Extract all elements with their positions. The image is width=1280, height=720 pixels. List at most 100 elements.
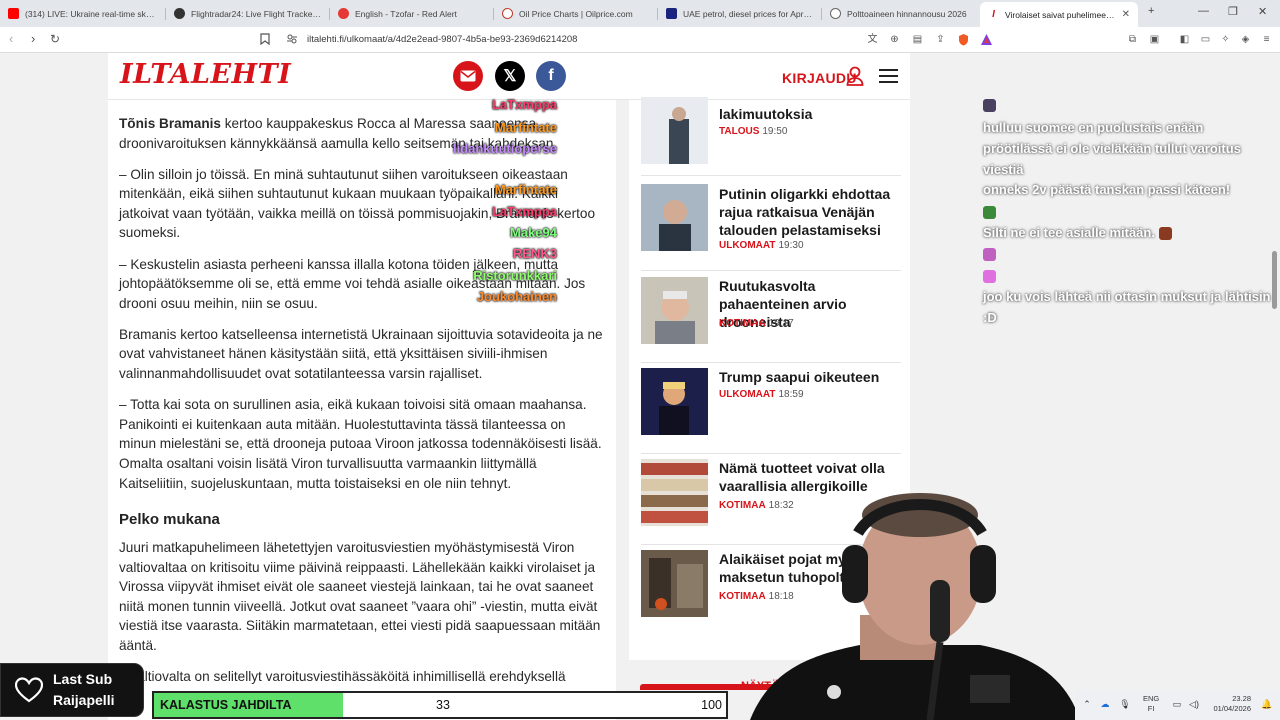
url-field[interactable]: iltalehti.fi/ulkomaat/a/4d2e2ead-9807-4b…: [307, 34, 577, 45]
notifications-icon[interactable]: 🔔: [1261, 698, 1273, 710]
news-site-icon: [666, 8, 677, 19]
last-sub-label: Last Sub: [53, 671, 113, 687]
minimize-icon[interactable]: —: [1198, 5, 1209, 17]
chat-text: pröötilässä ei ole vieläkään tullut varo…: [983, 141, 1241, 177]
last-sub-name: Raijapelli: [53, 692, 115, 708]
party-emote-icon: [983, 248, 996, 262]
news-title: Trump saapui oikeuteen: [719, 369, 880, 385]
tab-uae-petrol[interactable]: UAE petrol, diesel prices for April 20: [658, 3, 821, 24]
chevron-up-icon[interactable]: ⌃: [1081, 698, 1093, 710]
tab-polttoaine[interactable]: Polttoaineen hinnannousu 2026: [822, 3, 980, 24]
globe-icon: [830, 8, 841, 19]
rewards-icon[interactable]: [980, 33, 993, 46]
news-category: TALOUS: [719, 126, 760, 137]
page-scrollbar[interactable]: [1270, 53, 1280, 690]
translate-icon[interactable]: 文: [866, 33, 879, 46]
tab-title: Polttoaineen hinnannousu 2026: [847, 8, 967, 19]
pepe-emote-icon: [983, 99, 996, 113]
goal-progress-bar: KALASTUS JAHDILTA 33 100: [152, 691, 728, 719]
site-info-icon[interactable]: [285, 33, 298, 46]
news-item[interactable]: Putinin oligarkki ehdottaa rajua ratkais…: [641, 177, 901, 271]
restore-icon[interactable]: ❐: [1228, 5, 1238, 18]
chat-username: Make94: [510, 225, 557, 240]
scrollbar-thumb[interactable]: [1272, 251, 1277, 309]
news-category: KOTIMAA: [719, 318, 766, 329]
system-clock[interactable]: 23.28 01/04/2026: [1205, 694, 1251, 714]
chat-text: [983, 243, 1273, 264]
new-tab-icon[interactable]: +: [1148, 5, 1154, 17]
tab-title: (314) LIVE: Ukraine real-time skyline: [25, 8, 157, 19]
tab-flightradar[interactable]: Flightradar24: Live Flight Tracker - Re: [166, 3, 329, 24]
news-meta: TALOUS 19:50: [719, 126, 787, 137]
site-logo[interactable]: ILTALEHTI: [120, 59, 291, 90]
news-thumbnail: [641, 459, 708, 526]
news-item[interactable]: lakimuutoksia TALOUS 19:50: [641, 90, 901, 176]
red-alert-icon: [338, 8, 349, 19]
cloud-icon[interactable]: ☁: [1099, 698, 1111, 710]
vpn-icon[interactable]: ◈: [1239, 33, 1252, 46]
forward-icon[interactable]: ›: [31, 31, 35, 47]
news-thumbnail: [641, 277, 708, 344]
frog-emote-icon: [983, 206, 996, 220]
tab-title: English - Tzofar - Red Alert: [355, 8, 457, 19]
microphone-icon[interactable]: 🎙: [1119, 698, 1131, 710]
tab-tzofar[interactable]: English - Tzofar - Red Alert: [330, 3, 493, 24]
bookmark-icon[interactable]: [258, 33, 271, 46]
x-share-icon[interactable]: 𝕏: [495, 61, 525, 91]
close-tab-icon[interactable]: ✕: [1122, 9, 1130, 20]
clock-time: 23.28: [1232, 694, 1251, 703]
share-icon[interactable]: ⇪: [934, 33, 947, 46]
hamburger-menu-icon[interactable]: [879, 69, 898, 83]
news-item[interactable]: Trump saapui oikeuteen ULKOMAAT 18:59: [641, 363, 901, 454]
chat-text: joo ku vois lähteä nii ottasin muksut ja…: [983, 289, 1271, 325]
email-share-icon[interactable]: [453, 61, 483, 91]
reload-icon[interactable]: ↻: [50, 31, 60, 47]
chat-username: Marfintate: [494, 120, 557, 135]
news-time: 19:17: [768, 318, 794, 329]
tab-search-icon[interactable]: ▣: [1148, 33, 1161, 46]
heart-icon: [15, 677, 43, 703]
news-time: 19:30: [778, 240, 804, 251]
news-category: ULKOMAAT: [719, 389, 776, 400]
user-icon[interactable]: [846, 66, 864, 86]
network-icon[interactable]: ▭: [1171, 698, 1183, 710]
zoom-icon[interactable]: ⊕: [888, 33, 901, 46]
leo-icon[interactable]: ✧: [1219, 33, 1232, 46]
tab-youtube[interactable]: (314) LIVE: Ukraine real-time skyline: [0, 3, 165, 24]
news-meta: ULKOMAAT 19:30: [719, 240, 804, 251]
interviewee-name: Tõnis Bramanis: [119, 116, 221, 131]
news-title: lakimuutoksia: [719, 106, 813, 122]
last-sub-widget: Last Sub Raijapelli: [0, 663, 144, 717]
chat-username: Marfintate: [494, 182, 557, 197]
tab-title: Oil Price Charts | Oilprice.com: [519, 8, 633, 19]
flightradar-icon: [174, 8, 185, 19]
chat-username: Joukohainen: [476, 289, 557, 304]
facebook-share-icon[interactable]: f: [536, 61, 566, 91]
extensions-icon[interactable]: ⧉: [1126, 33, 1139, 46]
goal-target-value: 100: [701, 698, 722, 712]
browser-tab-strip: (314) LIVE: Ukraine real-time skyline Fl…: [0, 0, 1280, 27]
chat-username: RENK3: [512, 246, 557, 261]
volume-icon[interactable]: ◁): [1188, 698, 1200, 710]
brave-shield-icon[interactable]: [957, 33, 970, 46]
tab-oilprice[interactable]: Oil Price Charts | Oilprice.com: [494, 3, 657, 24]
chat-text: hulluu suomee en puolustais enään: [983, 120, 1204, 135]
close-window-icon[interactable]: ✕: [1258, 5, 1267, 18]
menu-dots-icon[interactable]: ≡: [1260, 33, 1273, 46]
sidebar-toggle-icon[interactable]: ◧: [1178, 33, 1191, 46]
news-thumbnail: [641, 368, 708, 435]
article-paragraph: n valtiovalta on selitellyt varoitusvies…: [119, 669, 566, 685]
chat-username: Ristorunkkari: [473, 268, 557, 283]
news-thumbnail: [641, 97, 708, 164]
tab-iltalehti-active[interactable]: I Virolaiset saivat puhelimeensa k ✕: [980, 2, 1138, 27]
streamer-webcam: [730, 485, 1090, 720]
article-subheading: Pelko mukana: [119, 511, 220, 529]
chat-text-content: Silti ne ei tee asialle mitään.: [983, 225, 1155, 240]
wallet-icon[interactable]: ▭: [1199, 33, 1212, 46]
back-icon[interactable]: ‹: [9, 31, 13, 47]
sparkle-emote-icon: [983, 270, 996, 284]
news-item[interactable]: Ruutukasvolta pahaenteinen arvio droonei…: [641, 272, 901, 363]
windows-taskbar-tray: ⌃ ☁ 🎙 ENG FI ▭ ◁) 23.28 01/04/2026 🔔: [1075, 690, 1280, 720]
input-language[interactable]: ENG FI: [1143, 694, 1159, 714]
reader-icon[interactable]: ▤: [911, 33, 924, 46]
